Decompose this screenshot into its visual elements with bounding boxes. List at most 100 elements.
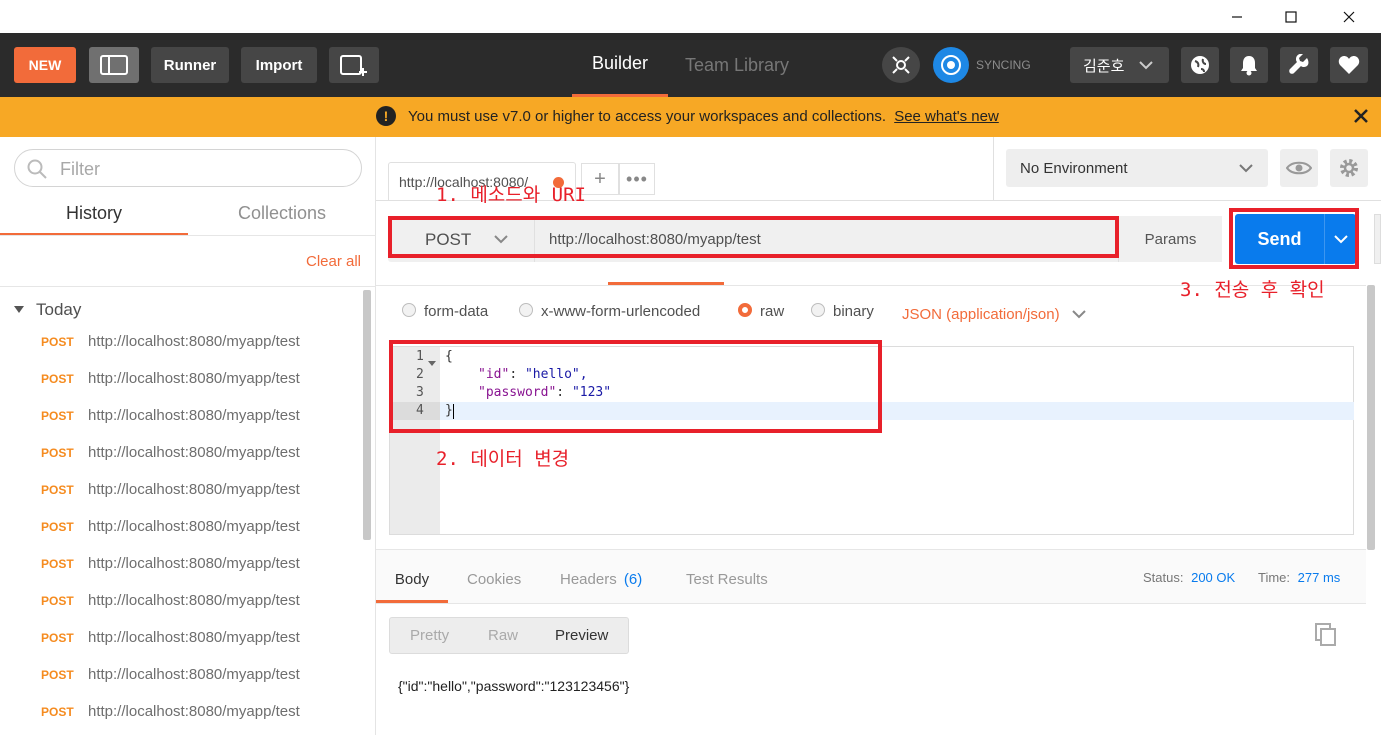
divider	[0, 235, 376, 236]
time-value: 277 ms	[1297, 570, 1341, 585]
history-url: http://localhost:8080/myapp/test	[88, 407, 300, 424]
bell-icon	[1241, 56, 1257, 76]
history-method: POST	[41, 631, 74, 645]
tab-team-library[interactable]: Team Library	[685, 33, 795, 97]
headers-label: Headers	[560, 571, 617, 588]
environment-select[interactable]: No Environment	[1006, 149, 1268, 187]
radio-form-data[interactable]	[402, 303, 416, 317]
history-item[interactable]: POST http://localhost:8080/myapp/test	[0, 436, 360, 473]
view-mode-raw[interactable]: Raw	[488, 627, 518, 644]
history-item[interactable]: POST http://localhost:8080/myapp/test	[0, 325, 360, 362]
history-item[interactable]: POST http://localhost:8080/myapp/test	[0, 547, 360, 584]
runner-globe-button[interactable]	[1181, 47, 1219, 83]
radio-label-urlencoded: x-www-form-urlencoded	[541, 303, 701, 320]
history-url: http://localhost:8080/myapp/test	[88, 703, 300, 720]
annotation-box-data	[389, 340, 882, 433]
new-button[interactable]: NEW	[14, 47, 76, 83]
history-item[interactable]: POST http://localhost:8080/myapp/test	[0, 399, 360, 436]
eye-icon	[1286, 161, 1312, 175]
copy-icon[interactable]	[1315, 623, 1337, 652]
history-item[interactable]: POST http://localhost:8080/myapp/test	[0, 510, 360, 547]
annotation-step-1: 1. 메소드와 URI	[436, 184, 586, 206]
minimize-icon[interactable]	[1214, 0, 1260, 33]
filter-placeholder: Filter	[60, 159, 100, 179]
history-method: POST	[41, 372, 74, 386]
main-scrollbar[interactable]	[1367, 285, 1375, 550]
runner-button[interactable]: Runner	[151, 47, 229, 83]
history-method: POST	[41, 557, 74, 571]
history-url: http://localhost:8080/myapp/test	[88, 370, 300, 387]
tab-history[interactable]: History	[0, 200, 188, 236]
response-tab-body[interactable]: Body	[376, 571, 448, 603]
chevron-down-icon	[1239, 164, 1253, 173]
environment-settings-button[interactable]	[1330, 149, 1368, 187]
content-type-select[interactable]: JSON (application/json)	[902, 306, 1086, 323]
favorites-button[interactable]	[1330, 47, 1368, 83]
notifications-button[interactable]	[1230, 47, 1268, 83]
headers-count: (6)	[623, 571, 643, 588]
view-mode-pretty[interactable]: Pretty	[410, 627, 449, 644]
clear-all-link[interactable]: Clear all	[306, 253, 361, 270]
params-button[interactable]: Params	[1118, 216, 1222, 262]
history-item[interactable]: POST http://localhost:8080/myapp/test	[0, 621, 360, 658]
divider	[993, 137, 994, 200]
new-tab-button[interactable]: +	[581, 163, 619, 195]
tab-collections[interactable]: Collections	[188, 200, 376, 236]
interceptor-button[interactable]	[882, 47, 920, 83]
new-window-button[interactable]	[329, 47, 379, 83]
response-tab-test-results[interactable]: Test Results	[686, 571, 768, 588]
save-button-edge[interactable]	[1374, 214, 1381, 264]
status-value: 200 OK	[1191, 570, 1236, 585]
import-button[interactable]: Import	[241, 47, 317, 83]
history-method: POST	[41, 409, 74, 423]
history-url: http://localhost:8080/myapp/test	[88, 481, 300, 498]
close-banner-icon[interactable]	[1352, 107, 1370, 130]
environment-quicklook-button[interactable]	[1280, 149, 1318, 187]
close-window-icon[interactable]	[1326, 0, 1372, 33]
history-method: POST	[41, 483, 74, 497]
user-menu[interactable]: 김준호	[1070, 47, 1169, 83]
sync-icon[interactable]	[933, 47, 969, 83]
tab-builder[interactable]: Builder	[572, 33, 668, 97]
history-url: http://localhost:8080/myapp/test	[88, 666, 300, 683]
satellite-icon	[892, 56, 910, 74]
history-url: http://localhost:8080/myapp/test	[88, 444, 300, 461]
response-time: Time: 277 ms	[1258, 570, 1340, 585]
radio-label-form-data: form-data	[424, 303, 489, 320]
toggle-sidebar-button[interactable]	[89, 47, 139, 83]
maximize-icon[interactable]	[1268, 0, 1314, 33]
radio-urlencoded[interactable]	[519, 303, 533, 317]
history-group-today[interactable]: Today	[13, 300, 81, 320]
user-name: 김준호	[1083, 57, 1125, 75]
content-type-value: JSON (application/json)	[902, 306, 1060, 323]
filter-input[interactable]: Filter	[14, 149, 362, 187]
request-panel: http://localhost:8080/ + ••• No Environm…	[376, 137, 1381, 735]
banner-link[interactable]: See what's new	[894, 108, 999, 125]
view-mode-preview[interactable]: Preview	[555, 627, 608, 644]
tab-options-icon[interactable]: •••	[619, 163, 655, 195]
history-item[interactable]: POST http://localhost:8080/myapp/test	[0, 584, 360, 621]
history-item[interactable]: POST http://localhost:8080/myapp/test	[0, 362, 360, 399]
history-item[interactable]: POST http://localhost:8080/myapp/test	[0, 658, 360, 695]
chevron-down-icon	[1071, 310, 1086, 319]
banner-message: You must use v7.0 or higher to access yo…	[408, 108, 887, 125]
sidebar-scrollbar[interactable]	[363, 290, 371, 540]
chevron-down-icon	[1139, 61, 1154, 70]
wrench-icon	[1289, 54, 1309, 74]
history-item[interactable]: POST http://localhost:8080/myapp/test	[0, 473, 360, 510]
radio-raw[interactable]	[738, 303, 752, 317]
settings-button[interactable]	[1280, 47, 1318, 83]
time-label: Time:	[1258, 570, 1291, 585]
sidebar-icon	[100, 55, 128, 75]
history-method: POST	[41, 520, 74, 534]
annotation-box-send	[1229, 208, 1359, 269]
history-item[interactable]: POST http://localhost:8080/myapp/test	[0, 695, 360, 732]
response-tab-cookies[interactable]: Cookies	[467, 571, 521, 588]
radio-binary[interactable]	[811, 303, 825, 317]
caret-down-icon	[14, 306, 24, 313]
annotation-step-3: 3. 전송 후 확인	[1180, 279, 1325, 301]
response-tab-headers[interactable]: Headers (6)	[560, 571, 642, 588]
history-method: POST	[41, 668, 74, 682]
status-label: Status:	[1143, 570, 1184, 585]
history-url: http://localhost:8080/myapp/test	[88, 518, 300, 535]
